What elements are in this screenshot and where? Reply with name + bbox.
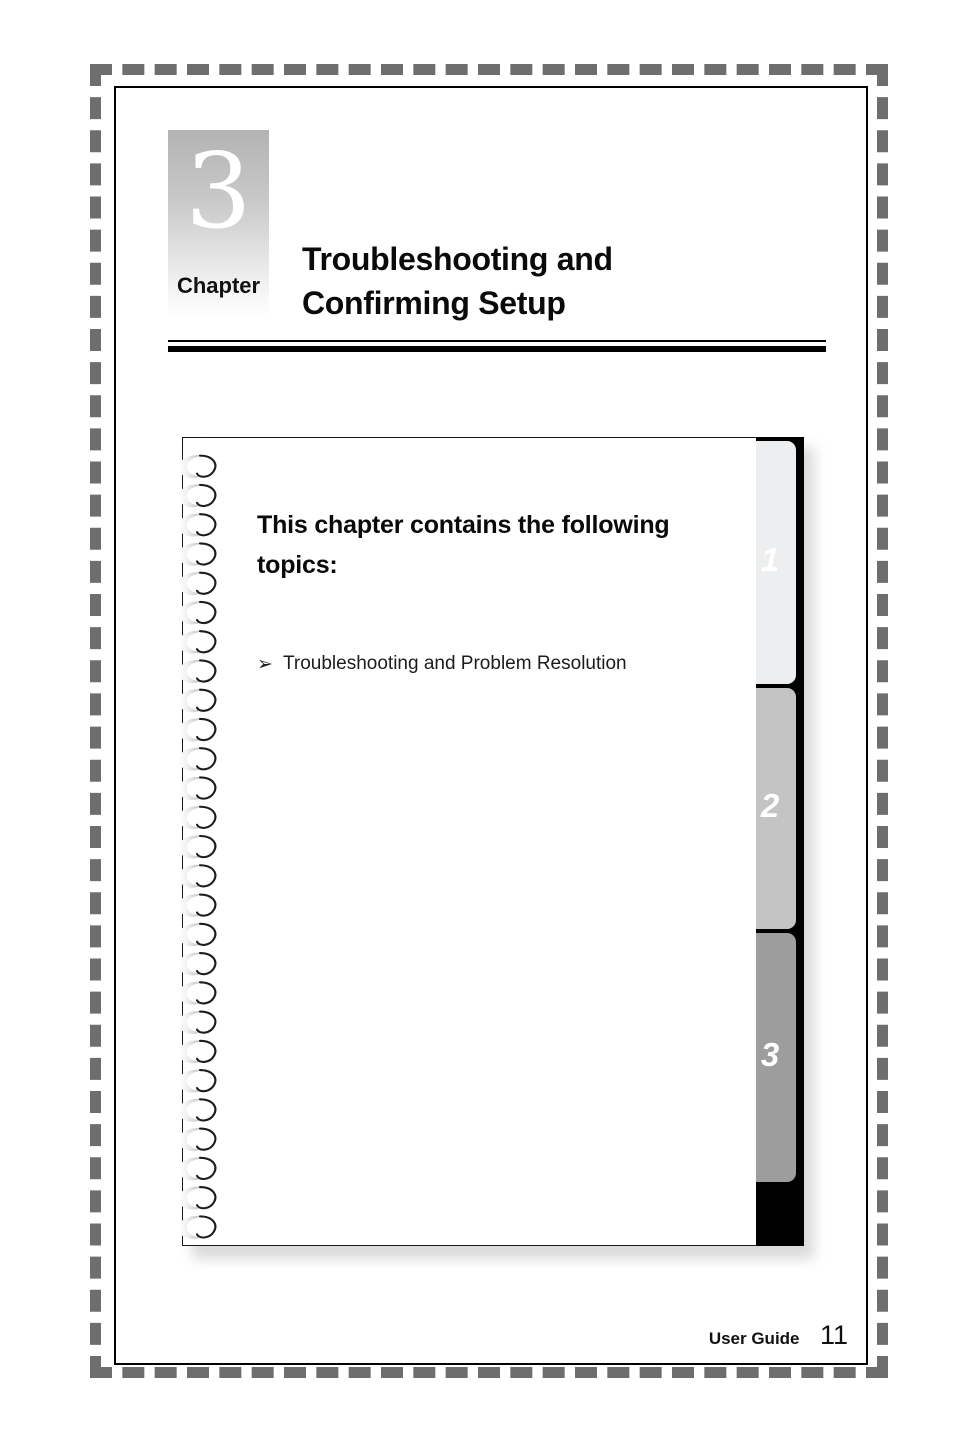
chapter-label: Chapter <box>176 273 261 298</box>
divider-line-thin <box>168 340 826 342</box>
divider-line-thick <box>168 346 826 352</box>
notebook-card: 1 2 3 This chapter contains the followin… <box>178 437 814 1259</box>
chapter-header: 3 Chapter Troubleshooting and Confirming… <box>168 130 828 360</box>
chapter-title-line-2: Confirming Setup <box>302 284 566 321</box>
notebook-paper: This chapter contains the following topi… <box>182 437 756 1246</box>
arrow-bullet-icon: ➢ <box>257 654 273 675</box>
header-divider <box>168 340 826 352</box>
chapter-title-line-1: Troubleshooting and <box>302 241 613 277</box>
chapter-number: 3 <box>185 130 252 252</box>
page-title: Troubleshooting and Confirming Setup <box>302 238 822 325</box>
topics-list: ➢ Troubleshooting and Problem Resolution <box>257 650 727 679</box>
page-footer: User Guide 11 <box>0 1320 954 1351</box>
list-item[interactable]: ➢ Troubleshooting and Problem Resolution <box>257 650 727 679</box>
list-item-label: Troubleshooting and Problem Resolution <box>283 653 627 674</box>
footer-label: User Guide <box>708 1329 800 1348</box>
page-number: 11 <box>819 1320 848 1350</box>
page-canvas: 3 Chapter Troubleshooting and Confirming… <box>0 0 954 1452</box>
chapter-badge: 3 Chapter <box>168 130 269 319</box>
topics-heading: This chapter contains the following topi… <box>257 511 670 579</box>
tab-spine: 1 2 3 <box>744 437 804 1246</box>
notebook-content: This chapter contains the following topi… <box>257 506 727 689</box>
